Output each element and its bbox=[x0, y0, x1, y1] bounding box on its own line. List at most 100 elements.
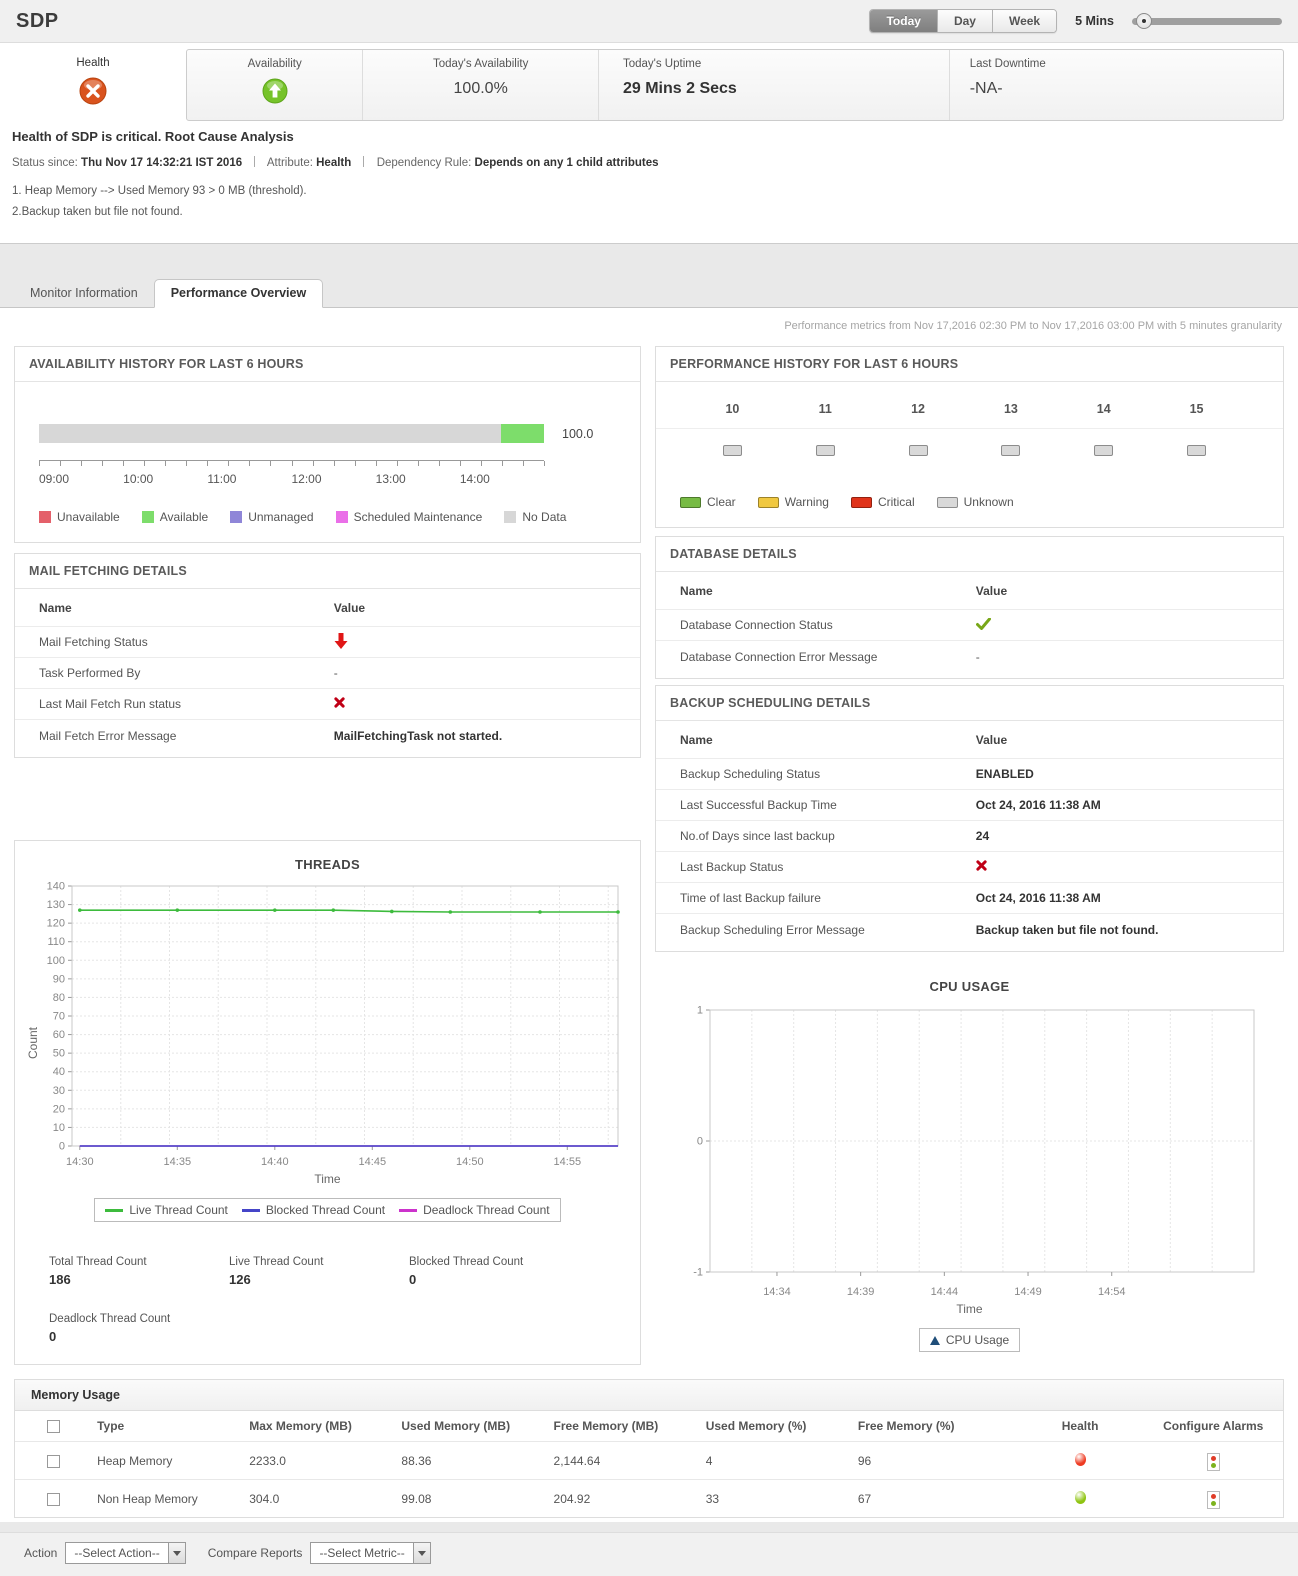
memory-cell-used_mb: 88.36 bbox=[395, 1441, 548, 1481]
chart-legend-item-deadlock-thread-count: Deadlock Thread Count bbox=[399, 1203, 550, 1217]
backup-name: No.of Days since last backup bbox=[680, 829, 835, 843]
performance-status-box[interactable] bbox=[1187, 445, 1207, 456]
slider-track[interactable] bbox=[1132, 18, 1282, 25]
period-button-day[interactable]: Day bbox=[937, 10, 993, 32]
svg-text:140: 140 bbox=[46, 881, 64, 893]
dependency-label: Dependency Rule: bbox=[376, 157, 472, 169]
compare-metric-select[interactable]: --Select Metric-- bbox=[310, 1542, 431, 1565]
select-all-checkbox[interactable] bbox=[46, 1420, 60, 1434]
performance-status-box[interactable] bbox=[722, 445, 742, 456]
mail-fetching-row: Mail Fetching Status bbox=[15, 627, 640, 658]
refresh-interval-slider[interactable] bbox=[1132, 13, 1282, 29]
status-since-label: Status since: bbox=[12, 157, 78, 169]
configure-alarms-icon[interactable] bbox=[1206, 1491, 1220, 1510]
line-swatch bbox=[241, 1208, 260, 1212]
availability-segment-no-data bbox=[39, 424, 502, 443]
slider-handle[interactable] bbox=[1136, 13, 1152, 29]
row-select-cell bbox=[15, 1441, 92, 1481]
attribute-label: Attribute: bbox=[266, 157, 313, 169]
backup-row: Backup Scheduling Error Message Backup ta… bbox=[656, 914, 1283, 945]
svg-text:120: 120 bbox=[46, 918, 64, 930]
db-value-header: Value bbox=[975, 583, 1008, 598]
memory-usage-title: Memory Usage bbox=[15, 1380, 1283, 1411]
chart-legend-label: Live Thread Count bbox=[129, 1203, 228, 1217]
performance-history-title: PERFORMANCE HISTORY FOR LAST 6 HOURS bbox=[656, 347, 1283, 382]
backup-value: 24 bbox=[975, 829, 990, 843]
status-tab-health[interactable]: Health bbox=[0, 49, 186, 121]
performance-hour-cell bbox=[686, 445, 779, 459]
thread-stat: Total Thread Count 186 bbox=[49, 1256, 229, 1287]
memory-cell-free_pct: 96 bbox=[851, 1441, 1017, 1481]
period-button-week[interactable]: Week bbox=[992, 10, 1057, 32]
axis-tick bbox=[186, 461, 188, 466]
performance-hour-label: 12 bbox=[911, 402, 926, 416]
status-since-value: Thu Nov 17 14:32:21 IST 2016 bbox=[81, 157, 243, 169]
svg-text:14:55: 14:55 bbox=[553, 1156, 581, 1168]
legend-label: No Data bbox=[522, 510, 567, 524]
svg-text:70: 70 bbox=[52, 1011, 64, 1023]
cpu-chart-svg: -1 0 1 14:34 14:39 14:44 14:49 14:54 bbox=[693, 1005, 1254, 1298]
select-all-header bbox=[15, 1411, 92, 1443]
axis-tick bbox=[522, 461, 524, 466]
memory-cell-free_mb: 204.92 bbox=[553, 1491, 591, 1506]
memory-cell-max_mb: 2233.0 bbox=[243, 1441, 396, 1481]
svg-text:50: 50 bbox=[52, 1048, 64, 1060]
performance-boxes-row bbox=[656, 429, 1283, 459]
backup-value: Backup taken but file not found. bbox=[975, 922, 1159, 937]
performance-hour-label: 10 bbox=[725, 402, 740, 416]
row-checkbox[interactable] bbox=[46, 1454, 60, 1468]
axis-tick bbox=[270, 461, 272, 466]
axis-tick bbox=[417, 461, 419, 466]
svg-text:14:40: 14:40 bbox=[261, 1156, 289, 1168]
performance-status-box[interactable] bbox=[1001, 445, 1021, 456]
configure-alarms-icon[interactable] bbox=[1206, 1453, 1220, 1472]
thread-stat-label: Total Thread Count bbox=[49, 1256, 147, 1268]
backup-row: Time of last Backup failure Oct 24, 2016 … bbox=[656, 883, 1283, 914]
performance-history-panel: PERFORMANCE HISTORY FOR LAST 6 HOURS 10 1… bbox=[655, 346, 1284, 528]
backup-rows: Backup Scheduling Status ENABLED Last Succ… bbox=[656, 759, 1283, 945]
memory-cell-free_mb: 2,144.64 bbox=[547, 1441, 700, 1481]
tab-monitor-information[interactable]: Monitor Information bbox=[14, 280, 154, 307]
svg-text:14:39: 14:39 bbox=[846, 1286, 874, 1298]
backup-name: Backup Scheduling Status bbox=[680, 767, 821, 781]
thread-stat-label: Blocked Thread Count bbox=[409, 1256, 524, 1268]
mail-fetching-row: Last Mail Fetch Run status bbox=[15, 689, 640, 720]
database-name: Database Connection Error Message bbox=[680, 649, 878, 664]
svg-text:20: 20 bbox=[52, 1103, 64, 1115]
performance-status-box[interactable] bbox=[815, 445, 835, 456]
cross-icon bbox=[334, 697, 345, 708]
period-button-today[interactable]: Today bbox=[870, 10, 938, 32]
performance-hour-cell bbox=[964, 445, 1057, 459]
availability-bar-value: 100.0 bbox=[562, 426, 594, 441]
main-content: Performance metrics from Nov 17,2016 02:… bbox=[0, 308, 1298, 1523]
tab-bar: Monitor Information Performance Overview bbox=[0, 278, 1298, 308]
axis-hour-label: 13:00 bbox=[375, 472, 406, 486]
alarm-dot bbox=[1210, 1456, 1216, 1462]
performance-status-box[interactable] bbox=[1094, 445, 1114, 456]
action-select[interactable]: --Select Action-- bbox=[65, 1542, 186, 1565]
mail-fetching-name: Task Performed By bbox=[39, 666, 141, 680]
performance-status-box[interactable] bbox=[908, 445, 928, 456]
database-rows: Database Connection Status Database Conne… bbox=[656, 610, 1283, 672]
mail-fetching-name: Last Mail Fetch Run status bbox=[39, 697, 182, 711]
configure-alarms-cell bbox=[1143, 1480, 1283, 1518]
axis-tick bbox=[81, 461, 83, 466]
performance-hour-label: 15 bbox=[1189, 402, 1204, 416]
tab-performance-overview[interactable]: Performance Overview bbox=[153, 279, 324, 308]
legend-swatch bbox=[39, 511, 51, 523]
action-select-value: --Select Action-- bbox=[74, 1546, 160, 1561]
axis-tick bbox=[144, 461, 146, 466]
refresh-interval-label: 5 Mins bbox=[1075, 14, 1114, 28]
row-checkbox[interactable] bbox=[46, 1492, 60, 1506]
thread-stat: Live Thread Count 126 bbox=[229, 1256, 409, 1287]
backup-scheduling-panel: BACKUP SCHEDULING DETAILS Name Value Bac… bbox=[655, 685, 1284, 952]
action-row: Action --Select Action-- Compare Reports… bbox=[0, 1532, 1298, 1576]
mail-fetching-row: Task Performed By - bbox=[15, 658, 640, 689]
svg-text:14:50: 14:50 bbox=[456, 1156, 484, 1168]
threads-xlabel: Time bbox=[314, 1172, 341, 1186]
axis-tick bbox=[249, 461, 251, 466]
memory-usage-table: Type Max Memory (MB) Used Memory (MB) Free … bbox=[15, 1411, 1283, 1517]
memory-column-header: Configure Alarms bbox=[1143, 1411, 1283, 1443]
axis-tick bbox=[123, 461, 125, 466]
alarm-dot bbox=[1210, 1463, 1216, 1469]
